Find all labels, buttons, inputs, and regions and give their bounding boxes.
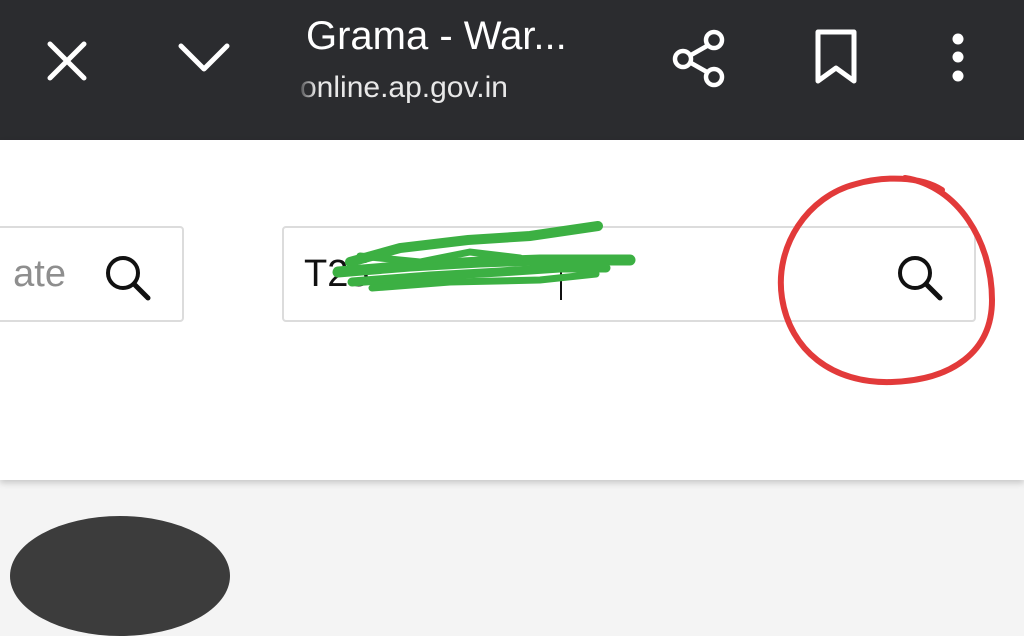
chevron-down-icon[interactable] [176,40,232,76]
search-icon[interactable] [102,252,154,304]
share-icon[interactable] [670,28,730,88]
page-title-block[interactable]: Grama - War... online.ap.gov.in [300,12,626,104]
text-caret [560,258,562,300]
bookmark-icon[interactable] [812,28,860,86]
page-url: online.ap.gov.in [300,71,508,104]
close-icon[interactable] [44,38,90,84]
more-vert-icon[interactable] [948,32,968,84]
search-input-right[interactable]: T25 [282,226,976,322]
browser-toolbar: Grama - War... online.ap.gov.in [0,0,1024,140]
search-value: T25 [304,253,370,295]
page-title: Grama - War... [306,14,567,58]
avatar [10,516,230,636]
search-input-left[interactable]: ate [0,226,184,322]
search-panel: ate T25 [0,140,1024,480]
search-icon[interactable] [894,252,946,304]
search-placeholder: ate [13,253,66,295]
